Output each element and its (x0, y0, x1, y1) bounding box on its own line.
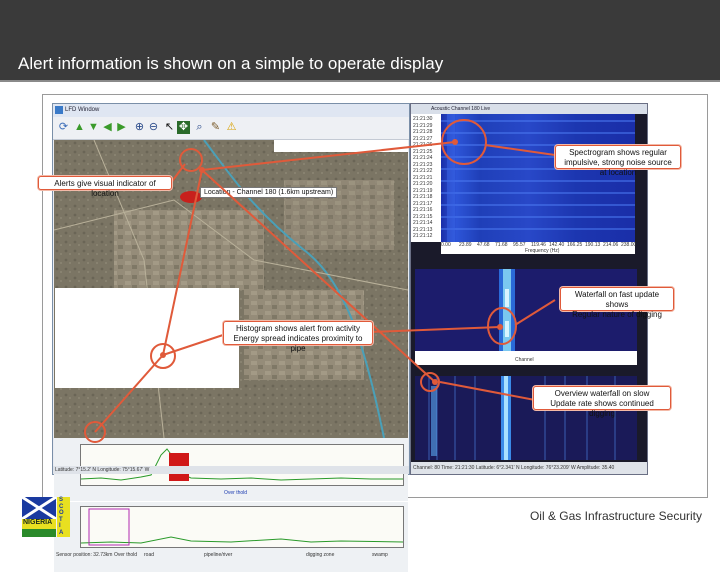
refresh-icon[interactable]: ⟳ (57, 121, 70, 134)
callout-spectrogram-line2: impulsive, strong noise source at locati… (564, 158, 672, 177)
footer-text: Oil & Gas Infrastructure Security (529, 509, 702, 523)
spectrogram-time-axis: 21:21:30 21:21:29 21:21:28 21:21:27 21:21:26… (411, 114, 441, 242)
freq-tick-label: 95.57 (513, 242, 526, 248)
freq-tick-label: 0.00 (441, 242, 451, 248)
freq-tick-label: 214.06 (603, 242, 619, 248)
freq-tick-label: 23.89 (459, 242, 472, 248)
status-field-threshold: Over thold (114, 552, 138, 558)
status-field-swamp: swamp (372, 552, 388, 558)
timestamp-label: 21:21:27 (413, 135, 433, 142)
timestamp-label: 21:21:25 (413, 148, 433, 155)
freq-tick-label: 71.68 (495, 242, 508, 248)
callout-waterfall-line1: Waterfall on fast update shows (574, 290, 660, 309)
slide-title-bar: Alert information is shown on a simple t… (0, 0, 720, 82)
overview-panel: Sensor position: 32.73km Over thold road… (54, 502, 408, 572)
lfd-window: LFD Window ⟳ ▲ ▼ ◀ ▶ ⊕ ⊖ ↖ ✥ ⌕ ✎ ⚠ Locat… (52, 103, 410, 572)
location-label: Location - Channel 180 (1.6km upstream) (200, 187, 338, 198)
callout-spectrogram: Spectrogram shows regular impulsive, str… (555, 145, 681, 177)
arrow-left-icon[interactable]: ◀ (101, 121, 114, 134)
callout-waterfall-fast: Waterfall on fast update shows Regular n… (560, 287, 674, 319)
timestamp-label: 21:21:23 (413, 161, 433, 168)
callout-overview: Overview waterfall on slow Update rate s… (533, 386, 671, 418)
overview-trace (80, 508, 404, 546)
freq-axis-label: Frequency (Hz) (525, 248, 560, 254)
timestamp-label: 21:21:15 (413, 213, 433, 220)
callout-alerts: Alerts give visual indicator of location (38, 176, 172, 198)
warning-icon[interactable]: ⚠ (225, 121, 238, 134)
lfd-window-title: LFD Window (65, 107, 100, 113)
freq-tick-label: 190.13 (585, 242, 601, 248)
freq-tick-label: 166.25 (567, 242, 583, 248)
timestamp-label: 21:21:26 (413, 142, 433, 148)
callout-overview-line1: Overview waterfall on slow (554, 389, 650, 398)
app-icon (55, 106, 63, 114)
timestamp-label: 21:21:16 (413, 207, 433, 213)
status-field-pipeline: pipeline/river (204, 552, 233, 558)
pan-icon[interactable]: ✥ (177, 121, 190, 134)
channel-axis-label: Channel (515, 357, 534, 363)
lfd-toolbar: ⟳ ▲ ▼ ◀ ▶ ⊕ ⊖ ↖ ✥ ⌕ ✎ ⚠ (53, 117, 409, 140)
acoustic-window-titlebar: Acoustic Channel 180 Live (411, 104, 647, 114)
status-field-road: road (144, 552, 155, 558)
timestamp-label: 21:21:18 (413, 194, 433, 200)
callout-histogram-line1: Histogram shows alert from activity (235, 324, 361, 333)
timestamp-label: 21:21:22 (413, 168, 433, 174)
histogram-bars (80, 448, 403, 481)
search-icon[interactable]: ⌕ (193, 121, 206, 134)
timestamp-label: 21:21:14 (413, 220, 433, 226)
logo-letter: O (59, 510, 64, 516)
timestamp-label: 21:21:13 (413, 226, 433, 233)
freq-tick-label: 238.00 (621, 242, 637, 248)
logo-letter: S (59, 497, 64, 503)
status-field-digging: digging zone (306, 552, 335, 558)
pointer-icon[interactable]: ↖ (163, 121, 176, 134)
timestamp-label: 21:21:21 (413, 174, 433, 181)
timestamp-label: 21:21:19 (413, 187, 433, 194)
map-header-strip (274, 140, 408, 152)
arrow-up-icon[interactable]: ▲ (73, 121, 86, 134)
logo-letter: I (59, 523, 61, 529)
alert-marker[interactable] (180, 191, 202, 203)
callout-histogram: Histogram shows alert from activity Ener… (223, 321, 373, 353)
logo-letter: C (59, 503, 64, 510)
timestamp-label: 21:21:29 (413, 122, 433, 129)
logo-letter: A (59, 529, 64, 536)
spectrogram (441, 114, 635, 242)
callout-spectrogram-line1: Spectrogram shows regular (569, 148, 667, 157)
acoustic-status-bar: Channel: 80 Time: 21:21:30 Latitude: 6°2… (411, 462, 647, 474)
lfd-status-bar: Latitude: 7°15.2' N Longitude: 75°15.67'… (53, 466, 409, 474)
timestamp-label: 21:21:20 (413, 181, 433, 187)
zoom-out-icon[interactable]: ⊖ (147, 121, 160, 134)
overview-plot (80, 506, 404, 548)
slide-title: Alert information is shown on a simple t… (18, 54, 444, 73)
histogram-plot (80, 444, 404, 486)
pencil-icon[interactable]: ✎ (209, 121, 222, 134)
fast-waterfall-axis: Channel (415, 351, 637, 365)
histogram-threshold-label: Over thold (224, 490, 248, 496)
map-blank-panel (55, 288, 239, 388)
freq-tick-label: 47.68 (477, 242, 490, 248)
timestamp-label: 21:21:24 (413, 155, 433, 161)
logo-word: NIGERIA (23, 519, 53, 526)
callout-histogram-line2: Energy spread indicates proximity to pip… (233, 334, 363, 353)
callout-overview-line2: Update rate shows continued digging (550, 399, 654, 418)
callout-waterfall-line2: Regular nature of digging (572, 310, 662, 319)
arrow-right-icon[interactable]: ▶ (115, 121, 128, 134)
lfd-window-titlebar: LFD Window (53, 104, 409, 117)
logo-letter: T (59, 516, 63, 523)
timestamp-label: 21:21:30 (413, 116, 433, 122)
zoom-in-icon[interactable]: ⊕ (133, 121, 146, 134)
status-field-position: Sensor position: 32.73km (56, 552, 113, 558)
acoustic-window-title: Acoustic Channel 180 Live (431, 106, 491, 112)
timestamp-label: 21:21:12 (413, 233, 433, 239)
arrow-down-icon[interactable]: ▼ (87, 121, 100, 134)
timestamp-label: 21:21:28 (413, 129, 433, 135)
timestamp-label: 21:21:17 (413, 200, 433, 207)
spectrogram-bands (441, 114, 635, 242)
spectrogram-freq-axis: 0.00 23.89 47.68 71.68 95.57 119.46 142.40 166.… (441, 242, 637, 254)
scotia-nigeria-logo: NIGERIA SCOTIA (21, 495, 70, 537)
